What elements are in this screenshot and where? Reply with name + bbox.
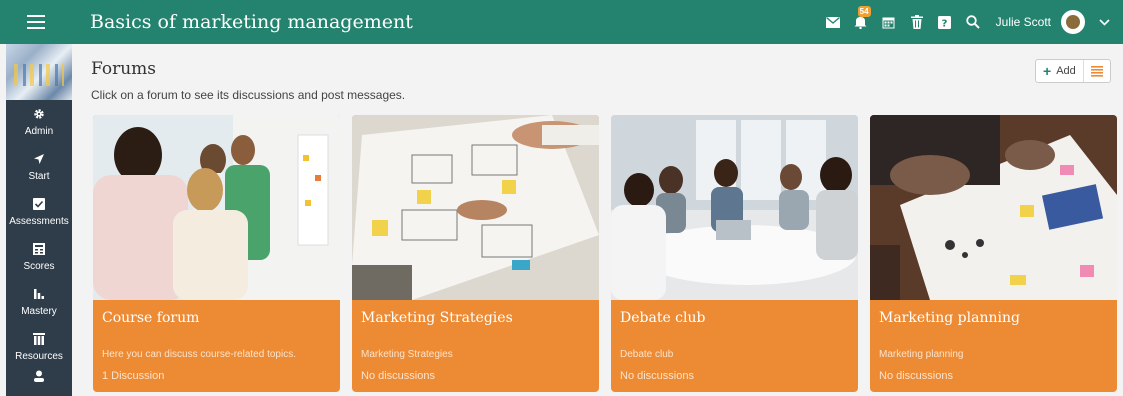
sidebar-item-label: Scores (23, 261, 55, 272)
sidebar-item-start[interactable]: Start (6, 145, 72, 190)
forum-image (611, 115, 858, 300)
sidebar-item-label: Mastery (21, 306, 57, 317)
sidebar-item-scores[interactable]: Scores (6, 235, 72, 280)
forum-description: Marketing planning (879, 349, 964, 360)
gear-icon (33, 108, 45, 123)
bar-chart-icon (33, 288, 45, 303)
top-bar: Basics of marketing management 54 ? Juli… (0, 0, 1123, 44)
check-icon (33, 198, 45, 213)
forum-card[interactable]: Marketing planning Marketing planning No… (870, 115, 1117, 392)
plus-icon: + (1043, 63, 1052, 79)
sidebar-item-resources[interactable]: Resources (6, 325, 72, 370)
add-button[interactable]: + Add (1036, 60, 1084, 82)
forum-card[interactable]: Debate club Debate club No discussions (611, 115, 858, 392)
books-icon (33, 333, 45, 348)
notification-badge: 54 (857, 6, 871, 17)
list-view-icon[interactable] (1084, 60, 1110, 82)
page-title: Forums (91, 59, 157, 79)
svg-text:?: ? (942, 18, 948, 29)
forum-cards: Course forum Here you can discuss course… (93, 115, 1117, 392)
course-logo[interactable] (6, 44, 72, 100)
forum-description: Here you can discuss course-related topi… (102, 349, 296, 360)
forum-card[interactable]: Marketing Strategies Marketing Strategie… (352, 115, 599, 392)
forum-name: Debate club (620, 310, 706, 326)
course-title[interactable]: Basics of marketing management (90, 11, 413, 33)
sidebar-item-mastery[interactable]: Mastery (6, 280, 72, 325)
page-subtitle: Click on a forum to see its discussions … (91, 88, 406, 102)
sidebar-item-assessments[interactable]: Assessments (6, 190, 72, 235)
add-button-label: Add (1056, 65, 1076, 77)
sidebar-item-label: Resources (15, 351, 63, 362)
notifications-icon[interactable]: 54 (852, 6, 871, 31)
forum-card[interactable]: Course forum Here you can discuss course… (93, 115, 340, 392)
calendar-icon[interactable] (880, 13, 898, 31)
top-bar-actions: 54 ? Julie Scott (824, 0, 1113, 44)
sidebar-item-user[interactable] (6, 370, 72, 390)
sidebar-item-label: Admin (24, 126, 54, 137)
forum-image (93, 115, 340, 300)
search-icon[interactable] (964, 13, 982, 31)
forum-description: Debate club (620, 349, 674, 360)
forum-name: Marketing Strategies (361, 310, 513, 326)
discussion-count: No discussions (620, 370, 694, 382)
sidebar-item-label: Start (28, 171, 50, 182)
arrow-icon (33, 153, 45, 168)
avatar[interactable] (1061, 10, 1085, 34)
sidebar-item-admin[interactable]: Admin (6, 100, 72, 145)
forum-name: Course forum (102, 310, 200, 326)
chevron-down-icon[interactable] (1095, 13, 1113, 31)
forum-image (352, 115, 599, 300)
add-button-group: + Add (1035, 59, 1111, 83)
forum-name: Marketing planning (879, 310, 1020, 326)
forum-image (870, 115, 1117, 300)
sidebar: Admin Start Assessments Scores Mastery R… (6, 44, 72, 396)
person-icon (33, 370, 45, 385)
forum-description: Marketing Strategies (361, 349, 453, 360)
user-name[interactable]: Julie Scott (996, 15, 1051, 29)
menu-icon[interactable] (0, 0, 72, 44)
help-icon[interactable]: ? (936, 13, 954, 31)
scores-icon (33, 243, 45, 258)
trash-icon[interactable] (908, 13, 926, 31)
mail-icon[interactable] (824, 13, 842, 31)
discussion-count: No discussions (361, 370, 435, 382)
discussion-count: No discussions (879, 370, 953, 382)
sidebar-item-label: Assessments (9, 216, 69, 227)
discussion-count: 1 Discussion (102, 370, 165, 382)
